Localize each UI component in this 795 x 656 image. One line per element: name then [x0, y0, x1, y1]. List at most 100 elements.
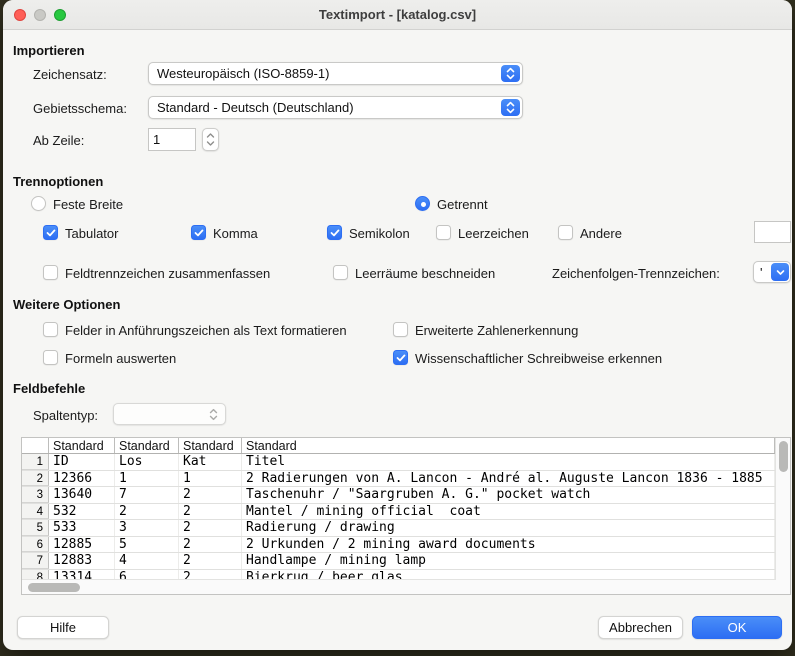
row-number: 5 [22, 520, 49, 536]
row-number: 3 [22, 487, 49, 503]
from-row-stepper[interactable] [202, 128, 219, 151]
quoted-as-text-checkbox[interactable] [43, 322, 58, 337]
table-row: 612885522 Urkunden / 2 mining award docu… [22, 537, 775, 554]
window-title: Textimport - [katalog.csv] [3, 7, 792, 22]
table-cell[interactable]: 12366 [49, 471, 115, 487]
locale-dropdown[interactable]: Standard - Deutsch (Deutschland) [148, 96, 523, 119]
vertical-scrollbar[interactable] [775, 438, 790, 580]
grid-viewport: Standard Standard Standard Standard 1IDL… [22, 438, 775, 580]
table-cell[interactable]: 532 [49, 504, 115, 520]
table-cell[interactable]: Los [115, 454, 179, 470]
table-cell[interactable]: Mantel / mining official coat [242, 504, 775, 520]
table-cell[interactable]: 12885 [49, 537, 115, 553]
string-delimiter-value: ' [760, 265, 762, 280]
column-header[interactable]: Standard [179, 438, 242, 453]
row-number: 6 [22, 537, 49, 553]
table-cell[interactable]: 2 Radierungen von A. Lancon - André al. … [242, 471, 775, 487]
table-cell[interactable]: Radierung / drawing [242, 520, 775, 536]
chevron-down-icon [771, 263, 789, 281]
table-cell[interactable]: 13640 [49, 487, 115, 503]
evaluate-formulas-checkbox[interactable] [43, 350, 58, 365]
space-checkbox[interactable] [436, 225, 451, 240]
table-cell[interactable]: 7 [115, 487, 179, 503]
table-cell[interactable]: 2 [179, 537, 242, 553]
locale-label: Gebietsschema: [33, 101, 127, 116]
row-number: 4 [22, 504, 49, 520]
other-separator-input[interactable] [754, 221, 791, 243]
grid-header-row: Standard Standard Standard Standard [22, 438, 775, 454]
other-label: Andere [580, 226, 622, 241]
from-row-label: Ab Zeile: [33, 133, 84, 148]
table-cell[interactable]: 2 Urkunden / 2 mining award documents [242, 537, 775, 553]
charset-dropdown[interactable]: Westeuropäisch (ISO-8859-1) [148, 62, 523, 85]
fixed-width-label: Feste Breite [53, 197, 123, 212]
table-cell[interactable]: 2 [179, 553, 242, 569]
section-import: Importieren [13, 43, 85, 58]
table-row: 453222Mantel / mining official coat [22, 504, 775, 521]
table-cell[interactable]: 4 [115, 553, 179, 569]
ok-button[interactable]: OK [692, 616, 782, 639]
tab-checkbox[interactable] [43, 225, 58, 240]
semicolon-checkbox[interactable] [327, 225, 342, 240]
table-cell[interactable]: 5 [115, 537, 179, 553]
scientific-notation-label: Wissenschaftlicher Schreibweise erkennen [415, 351, 662, 366]
locale-value: Standard - Deutsch (Deutschland) [157, 100, 496, 115]
table-cell[interactable]: 1 [179, 471, 242, 487]
charset-label: Zeichensatz: [33, 67, 107, 82]
csv-preview-table: Standard Standard Standard Standard 1IDL… [21, 437, 791, 595]
column-type-label: Spaltentyp: [33, 408, 98, 423]
trim-spaces-label: Leerräume beschneiden [355, 266, 495, 281]
comma-label: Komma [213, 226, 258, 241]
titlebar: Textimport - [katalog.csv] [3, 0, 792, 30]
table-cell[interactable]: 3 [115, 520, 179, 536]
string-delimiter-combo[interactable]: ' [753, 261, 791, 283]
cancel-button[interactable]: Abbrechen [598, 616, 683, 639]
scientific-notation-checkbox[interactable] [393, 350, 408, 365]
space-label: Leerzeichen [458, 226, 529, 241]
table-cell[interactable]: 2 [179, 487, 242, 503]
horizontal-scrollbar-thumb[interactable] [28, 583, 80, 592]
trim-spaces-checkbox[interactable] [333, 265, 348, 280]
horizontal-scrollbar[interactable] [22, 579, 775, 594]
table-cell[interactable]: 1 [115, 471, 179, 487]
table-row: 1IDLosKatTitel [22, 454, 775, 471]
table-cell[interactable]: 2 [115, 504, 179, 520]
merge-delimiters-checkbox[interactable] [43, 265, 58, 280]
table-cell[interactable]: Titel [242, 454, 775, 470]
table-cell[interactable]: 2 [179, 520, 242, 536]
merge-delimiters-label: Feldtrennzeichen zusammenfassen [65, 266, 270, 281]
special-numbers-checkbox[interactable] [393, 322, 408, 337]
help-button[interactable]: Hilfe [17, 616, 109, 639]
separated-label: Getrennt [437, 197, 488, 212]
chevron-up-down-icon [501, 65, 520, 82]
table-cell[interactable]: Taschenuhr / "Saargruben A. G." pocket w… [242, 487, 775, 503]
row-number: 7 [22, 553, 49, 569]
table-row: 553332Radierung / drawing [22, 520, 775, 537]
from-row-input[interactable] [148, 128, 196, 151]
table-cell[interactable]: 12883 [49, 553, 115, 569]
semicolon-label: Semikolon [349, 226, 410, 241]
column-header[interactable]: Standard [115, 438, 179, 453]
table-cell[interactable]: Kat [179, 454, 242, 470]
comma-checkbox[interactable] [191, 225, 206, 240]
table-cell[interactable]: ID [49, 454, 115, 470]
chevron-up-down-icon [501, 99, 520, 116]
table-cell[interactable]: 533 [49, 520, 115, 536]
fixed-width-radio[interactable] [31, 196, 46, 211]
section-separator: Trennoptionen [13, 174, 103, 189]
table-cell[interactable]: 2 [179, 504, 242, 520]
column-header[interactable]: Standard [242, 438, 775, 453]
string-delimiter-label: Zeichenfolgen-Trennzeichen: [552, 266, 720, 281]
separated-radio[interactable] [415, 196, 430, 211]
table-cell[interactable]: Handlampe / mining lamp [242, 553, 775, 569]
textimport-dialog: Textimport - [katalog.csv] Importieren Z… [3, 0, 792, 650]
column-type-dropdown[interactable] [113, 403, 226, 425]
row-number: 1 [22, 454, 49, 470]
other-checkbox[interactable] [558, 225, 573, 240]
row-number: 2 [22, 471, 49, 487]
vertical-scrollbar-thumb[interactable] [779, 441, 788, 472]
column-header[interactable]: Standard [49, 438, 115, 453]
charset-value: Westeuropäisch (ISO-8859-1) [157, 66, 496, 81]
tab-label: Tabulator [65, 226, 118, 241]
table-row: 31364072Taschenuhr / "Saargruben A. G." … [22, 487, 775, 504]
